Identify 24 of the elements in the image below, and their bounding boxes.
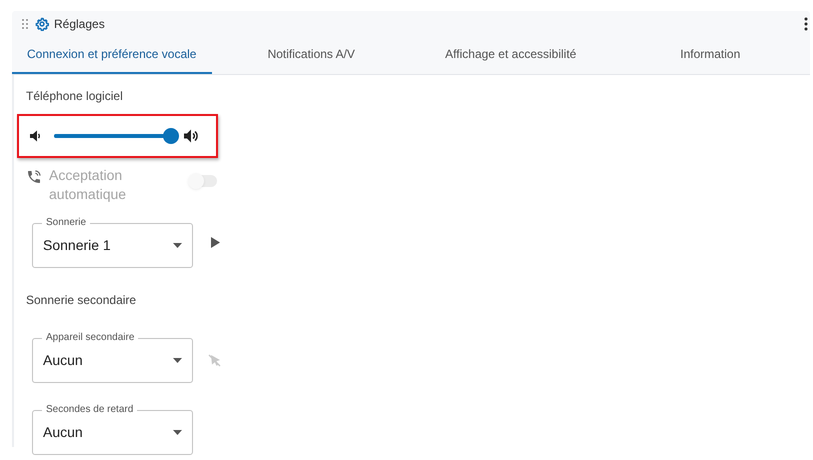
settings-icon (35, 16, 49, 30)
caret-icon (173, 243, 182, 248)
tab[interactable]: Connexion et préférence vocale (12, 36, 212, 74)
panel-title: Réglages (54, 16, 105, 32)
field-label: Appareil secondaire (42, 332, 138, 344)
caret-icon (173, 358, 182, 363)
drag-handle-icon[interactable] (22, 18, 28, 28)
phone-icon (26, 169, 42, 185)
auto-answer-label: Acceptation automatique (49, 166, 128, 204)
more-options-icon[interactable] (804, 16, 808, 30)
volume-high-icon[interactable] (184, 129, 199, 143)
field-value: Aucun (43, 351, 84, 370)
field-value: Sonnerie 1 (43, 236, 112, 255)
section-heading: Téléphone logiciel (26, 88, 124, 105)
caret-icon (173, 430, 182, 435)
play-icon[interactable] (211, 237, 220, 248)
tab[interactable]: Affichage et accessibilité (411, 36, 610, 74)
volume-low-icon[interactable] (30, 130, 41, 142)
tab[interactable]: Notifications A/V (212, 36, 411, 74)
slider-thumb[interactable] (163, 128, 179, 144)
section-heading: Sonnerie secondaire (26, 292, 138, 309)
slashed-pointer-icon (208, 354, 221, 367)
field-value: Aucun (43, 423, 84, 442)
tab[interactable]: Information (610, 36, 810, 74)
